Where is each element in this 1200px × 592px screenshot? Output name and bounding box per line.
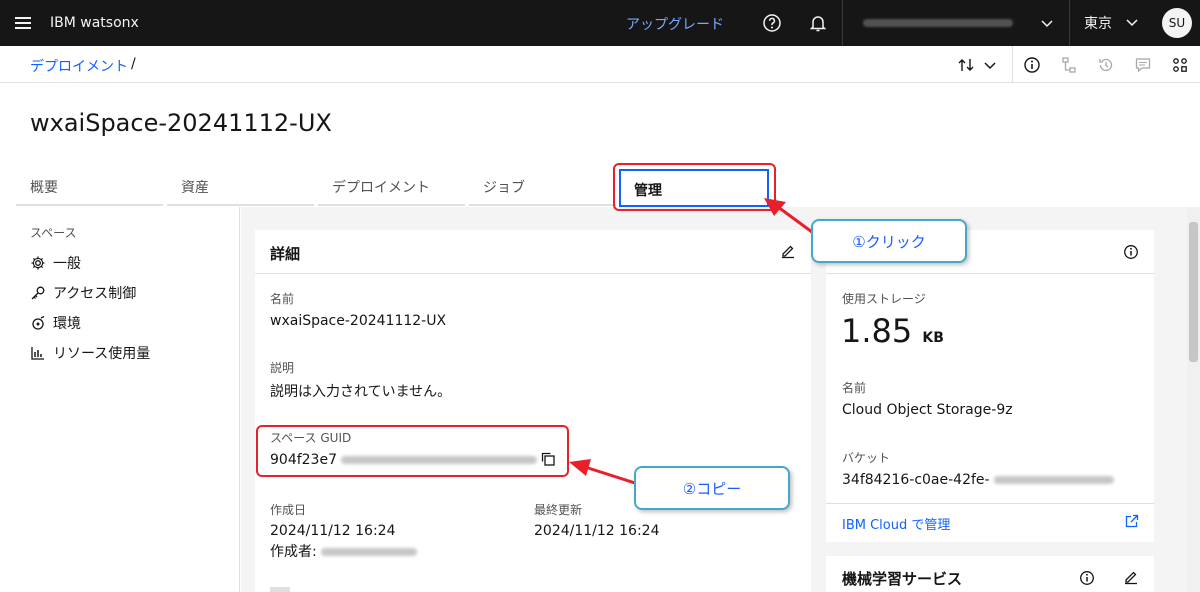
creator-label: 作成者: [270,544,317,560]
tab-underline [16,204,163,206]
notification-icon[interactable] [806,11,830,35]
chevron-down-icon[interactable] [979,54,1001,76]
storage-usage-value: 1.85 KB [841,312,944,350]
sidebar-item-general[interactable]: 一般 [30,253,81,273]
edit-icon[interactable] [1123,569,1139,589]
key-icon [30,285,46,301]
bucket-value: 34f84216-c0ae-42fe- [842,472,1114,488]
menu-icon[interactable] [0,0,46,46]
storage-name-value: Cloud Object Storage-9z [842,402,1013,418]
bucket-label: バケット [842,451,891,465]
divider [255,273,811,274]
external-link-icon[interactable] [1125,513,1139,532]
bucket-redacted [993,476,1114,484]
description-value: 説明は入力されていません。 [270,384,452,400]
info-icon[interactable] [1021,54,1043,76]
account-name-redacted [863,19,1013,27]
tab-overview[interactable]: 概要 [30,177,58,207]
bucket-text: 34f84216-c0ae-42fe- [842,472,990,488]
page-title: wxaiSpace-20241112-UX [30,109,332,137]
account-switcher[interactable] [842,0,1068,46]
sidebar-item-resource-usage[interactable]: リソース使用量 [30,343,150,363]
edit-icon[interactable] [780,243,796,263]
help-icon[interactable] [760,11,784,35]
breadcrumb-deployments[interactable]: デプロイメント [30,56,128,76]
environment-icon [30,315,46,331]
tab-assets[interactable]: 資産 [181,177,209,207]
description-label: 説明 [270,361,295,375]
status-label-partial [270,583,330,592]
tab-underline [167,204,314,206]
comment-icon[interactable] [1132,54,1154,76]
details-title: 詳細 [270,245,301,263]
name-label: 名前 [270,292,295,306]
ibm-cloud-manage-link[interactable]: IBM Cloud で管理 [842,514,950,533]
divider [826,503,1154,504]
annotation-highlight-guid [256,425,569,477]
history-icon[interactable] [1095,54,1117,76]
nav-heading: スペース [30,226,77,240]
region-label: 東京 [1084,16,1112,32]
sidebar-item-environments[interactable]: 環境 [30,313,81,333]
storage-name-label: 名前 [842,381,867,395]
tab-jobs[interactable]: ジョブ [483,177,525,207]
apps-icon[interactable] [1169,54,1191,76]
storage-usage-label: 使用ストレージ [842,292,926,306]
annotation-copy: ②コピー [634,466,790,510]
updated-value: 2024/11/12 16:24 [534,523,660,539]
tab-deployments[interactable]: デプロイメント [332,177,430,207]
annotation-highlight-manage-tab [613,163,776,211]
tab-underline [318,204,465,206]
divider [826,273,1154,274]
chart-icon [30,345,46,361]
created-value: 2024/11/12 16:24 [270,523,396,539]
storage-card: 使用ストレージ 1.85 KB 名前 Cloud Object Storage-… [826,230,1154,542]
scrollbar-thumb[interactable] [1189,222,1198,362]
side-nav: スペース 一般 アクセス制御 環境 リソース使用量 [0,207,240,592]
tab-underline [469,204,616,206]
brand-logo[interactable]: IBM watsonx [50,15,139,31]
sidebar-item-access-control[interactable]: アクセス制御 [30,283,136,303]
storage-usage-number: 1.85 [841,312,913,350]
chevron-down-icon [1125,15,1139,33]
region-switcher[interactable]: 東京 [1069,0,1151,46]
ml-service-card: 機械学習サービス [826,556,1154,592]
user-avatar[interactable]: SU [1162,8,1192,38]
created-label: 作成日 [270,503,307,517]
hierarchy-icon[interactable] [1058,54,1080,76]
name-value: wxaiSpace-20241112-UX [270,313,447,329]
creator-value: 作成者: [270,541,417,561]
toolbar-divider [1012,46,1013,83]
sidebar-item-label: アクセス制御 [53,286,137,302]
chevron-down-icon [1040,15,1054,34]
upgrade-link[interactable]: アップグレード [626,14,724,34]
info-icon[interactable] [1123,244,1139,264]
breadcrumb-bar: デプロイメント / [0,46,1200,83]
import-export-icon[interactable] [955,54,977,76]
storage-usage-unit: KB [922,330,944,346]
annotation-click: ①クリック [811,219,967,263]
sidebar-item-label: 一般 [53,256,81,272]
sidebar-item-label: 環境 [53,316,81,332]
creator-redacted [320,548,417,556]
details-card: 詳細 名前 wxaiSpace-20241112-UX 説明 説明は入力されてい… [255,230,811,592]
top-bar: IBM watsonx アップグレード 東京 SU [0,0,1200,46]
gear-icon [30,255,46,271]
info-icon[interactable] [1079,570,1095,590]
ml-service-title: 機械学習サービス [842,570,963,588]
breadcrumb-separator: / [131,56,136,72]
updated-label: 最終更新 [534,503,583,517]
sidebar-item-label: リソース使用量 [53,346,151,362]
